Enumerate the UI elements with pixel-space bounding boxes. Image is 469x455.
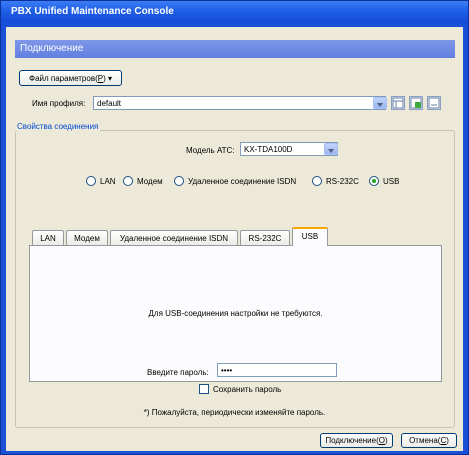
radio-lan-label: LAN: [100, 177, 116, 186]
password-input[interactable]: ••••: [217, 363, 337, 377]
chevron-down-icon: ▾: [107, 74, 112, 83]
dialog-client-area: Подключение Файл параметров(P) ▾ Имя про…: [6, 27, 463, 451]
connect-button-label: Подключение(: [325, 436, 379, 445]
params-file-menu-button[interactable]: Файл параметров(P) ▾: [19, 70, 122, 86]
connect-button-suffix: ): [384, 436, 388, 445]
pbx-model-label: Модель АТС:: [186, 146, 235, 155]
group-title: Свойства соединения: [15, 122, 101, 131]
radio-isdn-label: Удаленное соединение ISDN: [188, 177, 297, 186]
usb-tab-panel: Для USB-соединения настройки не требуютс…: [29, 245, 442, 382]
cancel-button-suffix: ): [446, 436, 449, 445]
radio-rs232c-label: RS-232C: [326, 177, 359, 186]
section-header: Подключение: [15, 40, 455, 58]
usb-info-message: Для USB-соединения настройки не требуютс…: [148, 309, 323, 318]
tab-isdn[interactable]: Удаленное соединение ISDN: [110, 230, 238, 245]
profile-label: Имя профиля:: [32, 99, 86, 108]
cancel-button-label: Отмена(: [409, 436, 441, 445]
connect-button[interactable]: Подключение(O): [320, 433, 393, 448]
cancel-button[interactable]: Отмена(C): [401, 433, 457, 448]
params-button-label: Файл параметров(: [29, 74, 98, 83]
radio-usb[interactable]: [369, 176, 379, 186]
radio-lan[interactable]: [86, 176, 96, 186]
main-window: PBX Unified Maintenance Console Подключе…: [0, 0, 469, 455]
radio-rs232c[interactable]: [312, 176, 322, 186]
radio-modem-label: Модем: [137, 177, 163, 186]
list-view-icon[interactable]: [391, 96, 405, 110]
save-password-checkbox[interactable]: [199, 384, 209, 394]
radio-isdn[interactable]: [174, 176, 184, 186]
profile-value: default: [97, 99, 122, 108]
password-label: Введите пароль:: [147, 368, 209, 377]
profile-name-combobox[interactable]: default: [93, 96, 386, 110]
password-value: ••••: [221, 366, 233, 375]
radio-usb-label: USB: [383, 177, 400, 186]
password-change-note: *) Пожалуйста, периодически изменяйте па…: [143, 408, 326, 417]
add-profile-icon-graphic: [410, 97, 422, 109]
params-button-suffix: ): [103, 74, 106, 83]
window-title: PBX Unified Maintenance Console: [1, 1, 468, 23]
tab-lan[interactable]: LAN: [32, 230, 64, 245]
save-password-label: Сохранить пароль: [213, 385, 282, 394]
pbx-model-value: KX-TDA100D: [244, 145, 293, 154]
delete-profile-icon-graphic: [428, 97, 440, 109]
add-profile-icon[interactable]: [409, 96, 423, 110]
combo-arrow-icon[interactable]: [373, 97, 387, 109]
delete-profile-icon[interactable]: [427, 96, 441, 110]
radio-modem[interactable]: [123, 176, 133, 186]
combo-arrow-icon[interactable]: [324, 143, 338, 155]
list-view-icon-graphic: [392, 97, 404, 109]
tab-rs232c[interactable]: RS-232C: [240, 230, 290, 245]
tab-usb[interactable]: USB: [292, 227, 328, 246]
tab-modem[interactable]: Модем: [66, 230, 108, 245]
